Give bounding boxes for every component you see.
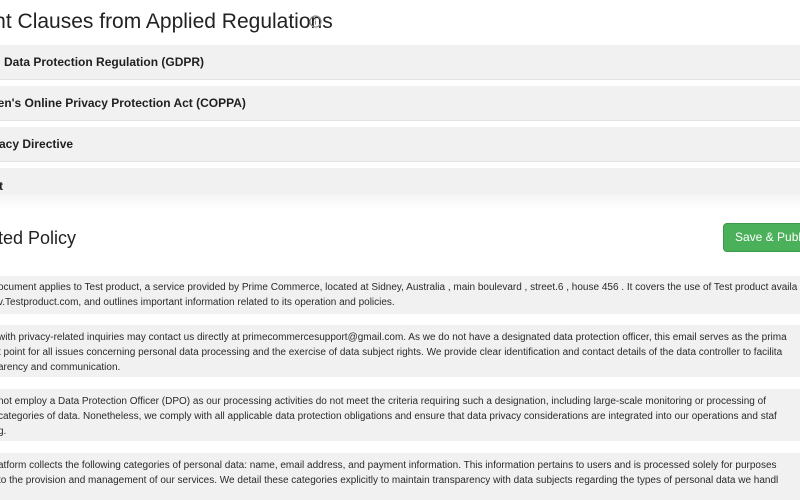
info-circle-icon[interactable] (309, 15, 322, 28)
paragraph-line: ocument applies to Test product, a servi… (0, 282, 798, 293)
paragraph-line: arency and communication. (0, 362, 121, 373)
paragraph-line: t point for all issues concerning person… (0, 347, 783, 358)
paragraph-line: not employ a Data Protection Officer (DP… (0, 396, 766, 407)
paragraph-line: g. (0, 426, 7, 437)
save-and-publish-button[interactable]: Save & Publi (723, 223, 800, 252)
regulation-label: t (0, 179, 3, 193)
policy-paragraph: with privacy-related inquiries may conta… (0, 325, 800, 377)
regulation-accordion-coppa[interactable]: ren's Online Privacy Protection Act (COP… (0, 86, 800, 121)
section-divider (0, 194, 800, 210)
paragraph-line: atform collects the following categories… (0, 460, 777, 471)
paragraph-line: with privacy-related inquiries may conta… (0, 332, 787, 343)
paragraph-line: to the provision and management of our s… (0, 475, 779, 486)
regulation-label: ren's Online Privacy Protection Act (COP… (0, 96, 246, 110)
regulation-accordion-gdpr[interactable]: ral Data Protection Regulation (GDPR) (0, 45, 800, 80)
regulation-accordion-eprivacy[interactable]: acy Directive (0, 127, 800, 162)
policy-paragraph: ocument applies to Test product, a servi… (0, 276, 800, 314)
paragraph-line: v.Testproduct.com, and outlines importan… (0, 297, 395, 308)
policy-paragraph: not employ a Data Protection Officer (DP… (0, 389, 800, 441)
paragraph-line: categories of data. Nonetheless, we comp… (0, 411, 777, 422)
regulation-label: acy Directive (0, 137, 74, 151)
regulation-label: ral Data Protection Regulation (GDPR) (0, 55, 205, 69)
section-title: vant Clauses from Applied Regulations (0, 10, 333, 33)
policy-paragraph: atform collects the following categories… (0, 453, 800, 500)
generated-policy-title: erated Policy (0, 228, 77, 248)
regulation-accordion-partial[interactable]: t (0, 168, 800, 195)
